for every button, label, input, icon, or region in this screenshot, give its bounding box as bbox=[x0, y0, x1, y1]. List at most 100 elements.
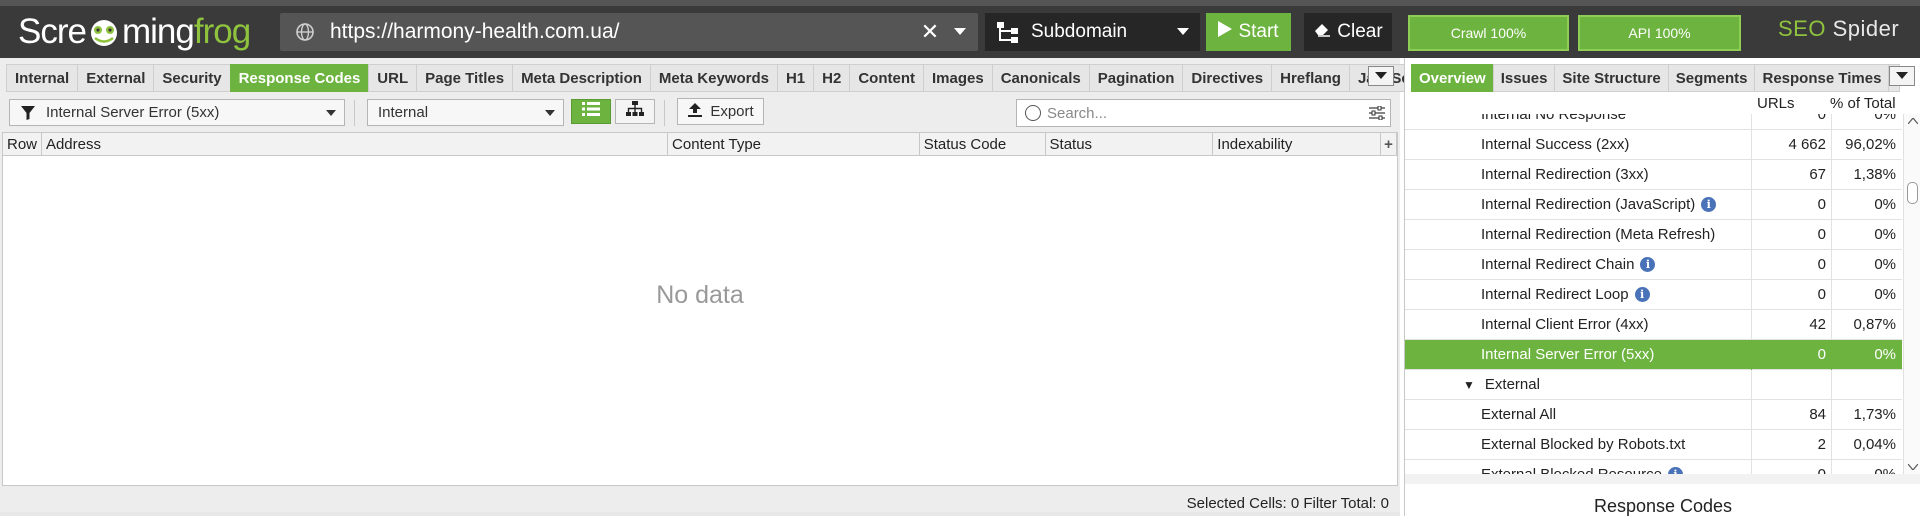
column-header-address[interactable]: Address bbox=[42, 133, 669, 155]
list-item[interactable]: External All 84 1,73% bbox=[1405, 399, 1902, 430]
crawl-mode-label: Subdomain bbox=[1031, 21, 1128, 42]
tab-response-codes[interactable]: Response Codes bbox=[229, 64, 369, 92]
status-bar: Selected Cells: 0 Filter Total: 0 bbox=[0, 486, 1400, 516]
main-tab-bar: Internal External Security Response Code… bbox=[6, 64, 1443, 92]
list-item[interactable]: Internal Redirect Loop i 0 0% bbox=[1405, 279, 1902, 310]
column-header-status[interactable]: Status bbox=[1046, 133, 1214, 155]
tab-url[interactable]: URL bbox=[368, 64, 417, 92]
status-bar-text: Selected Cells: 0 Filter Total: 0 bbox=[1186, 495, 1389, 512]
tab-internal[interactable]: Internal bbox=[6, 64, 78, 92]
panel-divider bbox=[1405, 474, 1920, 484]
add-column-button[interactable]: + bbox=[1381, 133, 1398, 155]
tab-meta-keywords[interactable]: Meta Keywords bbox=[649, 64, 777, 92]
tab-issues[interactable]: Issues bbox=[1492, 64, 1555, 92]
column-header-status-code[interactable]: Status Code bbox=[920, 133, 1046, 155]
url-field[interactable]: https://harmony-health.com.ua/ bbox=[330, 20, 918, 44]
overview-list: Internal No Response 0 0% Internal Succe… bbox=[1405, 114, 1902, 474]
tab-meta-description[interactable]: Meta Description bbox=[512, 64, 650, 92]
column-header-pct-total[interactable]: % of Total bbox=[1830, 95, 1896, 112]
list-item[interactable]: Internal Redirection (JavaScript) i 0 0% bbox=[1405, 189, 1902, 220]
chevron-down-icon[interactable] bbox=[1166, 28, 1200, 36]
empty-state-text: No data bbox=[656, 281, 744, 309]
list-group-header[interactable]: ▼ External bbox=[1405, 369, 1902, 400]
info-icon[interactable]: i bbox=[1701, 197, 1717, 212]
column-header-urls[interactable]: URLs bbox=[1757, 95, 1795, 112]
data-grid: Row Address Content Type Status Code Sta… bbox=[2, 132, 1398, 486]
seo-spider-brand: SEO Spider bbox=[1778, 16, 1900, 41]
tab-pagination[interactable]: Pagination bbox=[1088, 64, 1183, 92]
toolbar-divider bbox=[354, 100, 355, 126]
scope-value: Internal bbox=[378, 104, 429, 121]
tab-security[interactable]: Security bbox=[153, 64, 230, 92]
column-header-row[interactable]: Row bbox=[3, 133, 42, 155]
info-icon[interactable]: i bbox=[1640, 257, 1656, 272]
export-button[interactable]: Export bbox=[677, 98, 764, 125]
list-item[interactable]: External Blocked by Robots.txt 2 0,04% bbox=[1405, 429, 1902, 460]
list-item[interactable]: Internal Redirection (Meta Refresh) 0 0% bbox=[1405, 219, 1902, 250]
filter-toolbar: Internal Server Error (5xx) Internal Exp… bbox=[0, 94, 1400, 132]
chevron-down-icon[interactable] bbox=[318, 109, 344, 116]
list-icon bbox=[582, 102, 600, 121]
clear-url-icon[interactable]: ✕ bbox=[918, 19, 942, 45]
filter-dropdown[interactable]: Internal Server Error (5xx) bbox=[9, 99, 345, 126]
chevron-down-icon[interactable] bbox=[537, 109, 563, 116]
tree-view-button[interactable] bbox=[615, 99, 655, 124]
frog-logo-icon bbox=[87, 17, 121, 47]
clear-button[interactable]: Clear bbox=[1304, 13, 1392, 51]
subdomain-tree-icon bbox=[995, 19, 1021, 45]
more-tabs-dropdown-icon[interactable] bbox=[1889, 66, 1915, 86]
info-icon[interactable]: i bbox=[1667, 467, 1683, 474]
search-box[interactable] bbox=[1016, 99, 1391, 127]
globe-icon bbox=[294, 21, 316, 43]
list-item[interactable]: Internal No Response 0 0% bbox=[1405, 114, 1902, 130]
grid-header: Row Address Content Type Status Code Sta… bbox=[3, 133, 1398, 156]
tab-content[interactable]: Content bbox=[849, 64, 923, 92]
scrollbar-thumb[interactable] bbox=[1907, 182, 1918, 204]
list-item-selected[interactable]: Internal Server Error (5xx) 0 0% bbox=[1405, 339, 1902, 370]
collapse-triangle-icon[interactable]: ▼ bbox=[1463, 378, 1475, 392]
api-progress-bar: API 100% bbox=[1578, 15, 1741, 51]
tab-images[interactable]: Images bbox=[923, 64, 992, 92]
list-item[interactable]: Internal Redirect Chain i 0 0% bbox=[1405, 249, 1902, 280]
url-history-dropdown-icon[interactable] bbox=[942, 28, 978, 36]
column-header-indexability[interactable]: Indexability bbox=[1213, 133, 1382, 155]
info-icon[interactable]: i bbox=[1634, 287, 1650, 302]
tab-page-titles[interactable]: Page Titles bbox=[416, 64, 513, 92]
tab-response-times[interactable]: Response Times bbox=[1754, 64, 1889, 92]
column-header-content-type[interactable]: Content Type bbox=[668, 133, 920, 155]
vertical-scrollbar[interactable] bbox=[1903, 114, 1920, 474]
side-tab-bar: Overview Issues Site Structure Segments … bbox=[1411, 64, 1901, 92]
tab-h1[interactable]: H1 bbox=[776, 64, 814, 92]
scope-dropdown[interactable]: Internal bbox=[367, 99, 564, 126]
tab-overview[interactable]: Overview bbox=[1411, 64, 1493, 92]
scroll-down-icon[interactable] bbox=[1904, 460, 1920, 474]
search-icon bbox=[1025, 105, 1041, 121]
scroll-up-icon[interactable] bbox=[1904, 114, 1920, 128]
list-item[interactable]: Internal Client Error (4xx) 42 0,87% bbox=[1405, 309, 1902, 340]
play-icon bbox=[1218, 21, 1233, 43]
top-bar: Scre ming frog https://harmony-health.com… bbox=[0, 0, 1920, 58]
tab-site-structure[interactable]: Site Structure bbox=[1554, 64, 1668, 92]
chart-panel-title: Response Codes bbox=[1593, 496, 1733, 516]
tab-canonicals[interactable]: Canonicals bbox=[991, 64, 1089, 92]
overview-header: URLs % of Total bbox=[1405, 92, 1902, 114]
tab-segments[interactable]: Segments bbox=[1667, 64, 1755, 92]
crawl-mode-select[interactable]: Subdomain bbox=[985, 13, 1200, 51]
funnel-icon bbox=[20, 105, 38, 121]
url-input-box[interactable]: https://harmony-health.com.ua/ ✕ bbox=[280, 13, 978, 51]
search-input[interactable] bbox=[1047, 104, 1364, 122]
horizontal-divider bbox=[0, 512, 1400, 516]
list-item[interactable]: External Blocked Resourcei 0 0% bbox=[1405, 459, 1902, 474]
search-options-icon[interactable] bbox=[1364, 106, 1390, 120]
start-button[interactable]: Start bbox=[1206, 13, 1291, 51]
list-view-button[interactable] bbox=[571, 99, 611, 124]
tab-directives[interactable]: Directives bbox=[1182, 64, 1272, 92]
tab-h2[interactable]: H2 bbox=[813, 64, 850, 92]
hierarchy-icon bbox=[626, 101, 644, 122]
tab-external[interactable]: External bbox=[77, 64, 154, 92]
filter-value: Internal Server Error (5xx) bbox=[46, 104, 220, 121]
list-item[interactable]: Internal Success (2xx) 4 662 96,02% bbox=[1405, 129, 1902, 160]
more-tabs-dropdown-icon[interactable] bbox=[1368, 66, 1394, 86]
tab-hreflang[interactable]: Hreflang bbox=[1271, 64, 1349, 92]
list-item[interactable]: Internal Redirection (3xx) 67 1,38% bbox=[1405, 159, 1902, 190]
